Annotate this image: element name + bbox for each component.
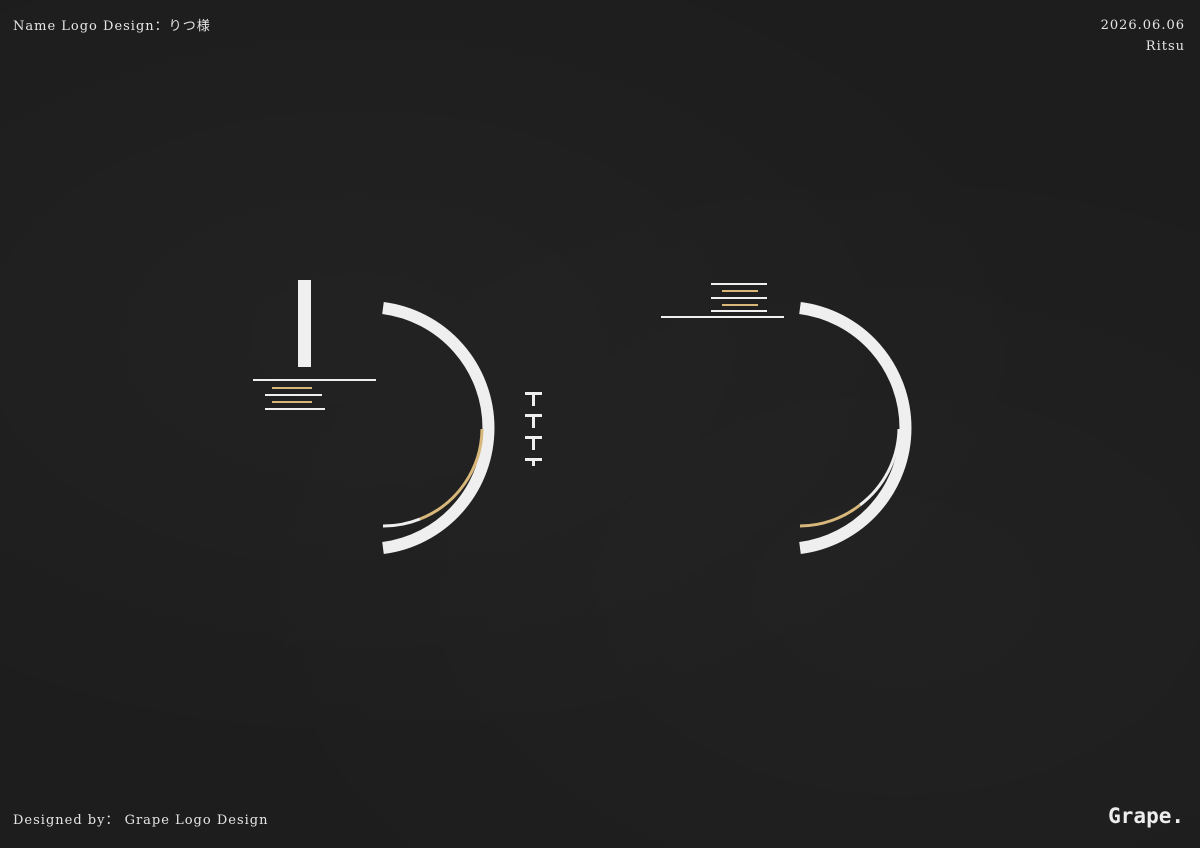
tsu-line-white-2 (711, 297, 767, 299)
tsu-baseline (661, 316, 784, 318)
ri-line-accent-2 (272, 401, 312, 403)
designer-credit: Designed by： Grape Logo Design (13, 813, 269, 828)
ri-tick-marks (525, 392, 542, 466)
logo-glyph-tsu (661, 283, 912, 554)
ri-vertical-bar (298, 280, 311, 367)
ri-line-accent-1 (272, 387, 312, 389)
ri-line-white-1 (265, 394, 322, 396)
tsu-line-accent-2 (722, 304, 758, 306)
logo-glyph-ri (253, 280, 542, 554)
ri-inner-arc-white (382, 517, 421, 528)
ri-baseline (253, 379, 376, 381)
tsu-line-white-3 (711, 310, 767, 312)
ri-line-white-2 (265, 408, 325, 410)
ri-inner-arc-accent (419, 428, 484, 521)
tsu-line-accent-1 (722, 290, 758, 292)
tsu-line-white-1 (711, 283, 767, 285)
name-logo-artwork (253, 280, 912, 554)
brand-logo: Grape. (1108, 804, 1184, 828)
